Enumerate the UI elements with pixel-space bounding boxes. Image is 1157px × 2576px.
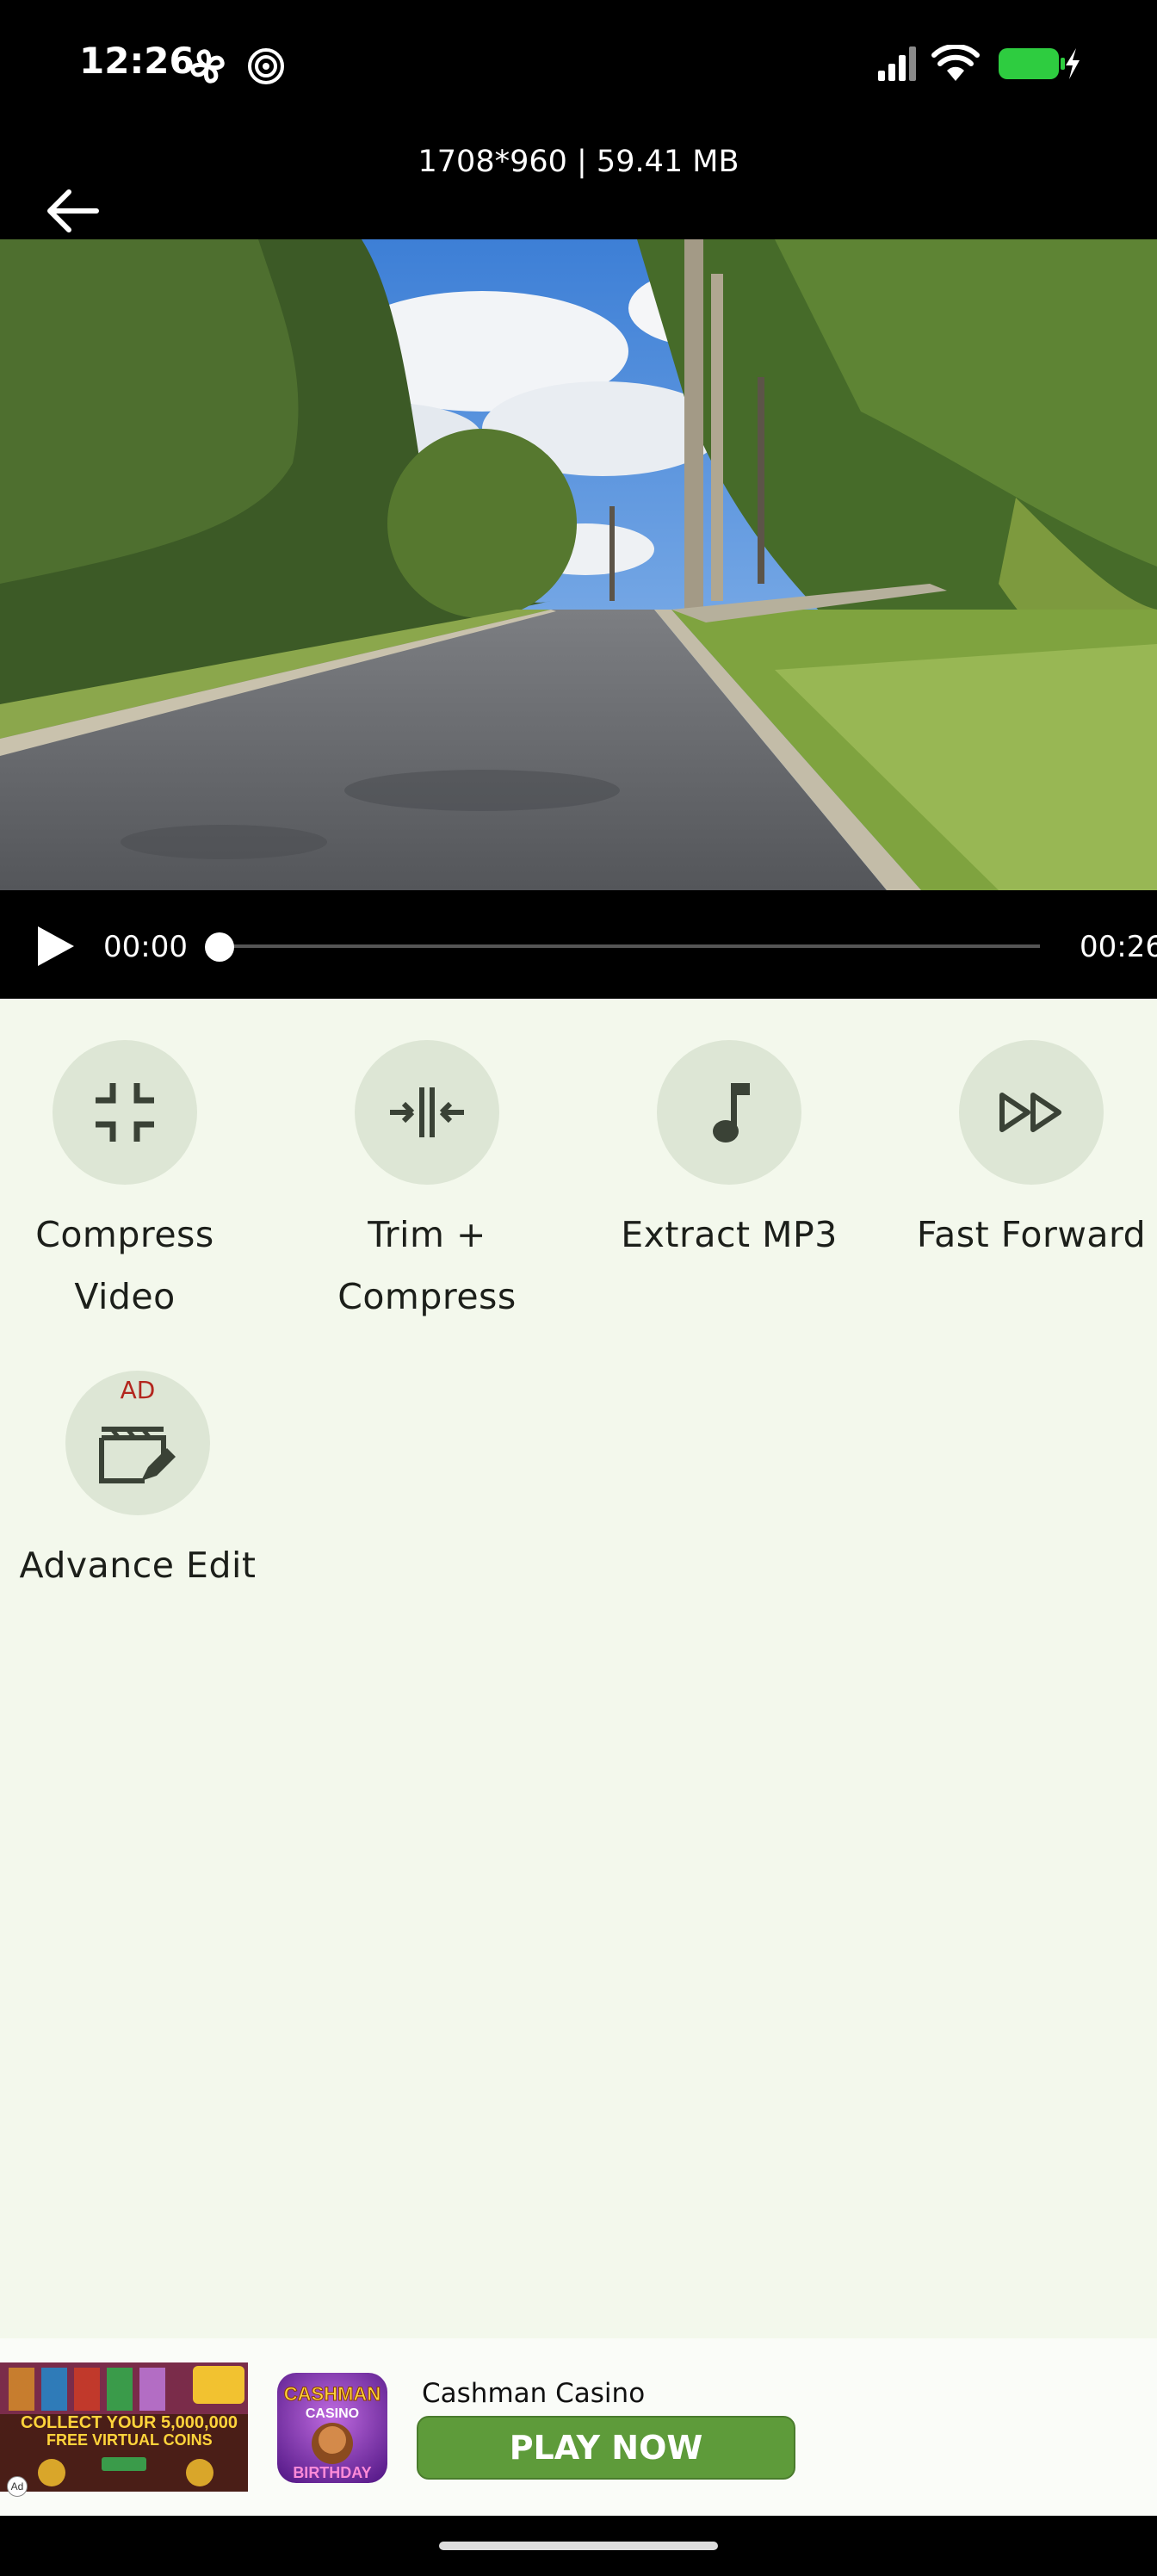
back-arrow-icon[interactable] <box>43 185 103 237</box>
ad-cta-button[interactable]: PLAY NOW <box>417 2416 795 2480</box>
tool-label: Extract MP3 <box>621 1214 838 1255</box>
end-time: 00:26 <box>1080 930 1157 964</box>
ad-banner-image[interactable]: COLLECT YOUR 5,000,000 FREE VIRTUAL COIN… <box>0 2362 248 2492</box>
fast-forward-icon <box>999 1093 1061 1132</box>
clapperboard-edit-icon <box>99 1427 176 1483</box>
current-time: 00:00 <box>103 930 188 964</box>
tool-circle[interactable]: AD <box>65 1371 210 1515</box>
tool-label: Compress Video <box>35 1214 214 1317</box>
tool-circle[interactable] <box>959 1040 1104 1185</box>
home-handle[interactable] <box>439 2542 718 2550</box>
music-note-icon <box>713 1083 750 1142</box>
ad-badge: AD <box>120 1376 156 1404</box>
tool-circle[interactable] <box>53 1040 197 1185</box>
tool-extract-mp3[interactable]: Extract MP3 <box>600 1040 858 1266</box>
seek-thumb[interactable] <box>205 932 234 962</box>
svg-text:CASHMAN: CASHMAN <box>284 2383 381 2405</box>
svg-text:COLLECT YOUR 5,000,000: COLLECT YOUR 5,000,000 <box>21 2413 238 2432</box>
video-preview[interactable] <box>0 239 1157 890</box>
tool-label: Fast Forward <box>916 1214 1147 1255</box>
svg-text:CASINO: CASINO <box>306 2406 359 2421</box>
tool-advance-edit[interactable]: AD Advance Edit <box>9 1371 267 1596</box>
ad-app-icon[interactable]: CASHMAN CASINO BIRTHDAY <box>277 2373 387 2483</box>
svg-text:FREE VIRTUAL COINS: FREE VIRTUAL COINS <box>46 2431 213 2449</box>
tool-compress-video[interactable]: Compress Video <box>0 1040 254 1328</box>
ad-choices-icon[interactable]: Ad <box>7 2476 28 2497</box>
compress-icon <box>96 1083 154 1142</box>
tool-label: Trim + Compress <box>337 1214 517 1317</box>
trim-compress-icon <box>390 1087 464 1137</box>
tool-label: Advance Edit <box>19 1545 257 1586</box>
signal-icon <box>878 46 916 81</box>
seek-bar[interactable] <box>220 944 1040 948</box>
spiral-icon <box>248 48 284 84</box>
play-icon[interactable] <box>36 925 76 968</box>
video-info: 1708*960 | 59.41 MB <box>418 145 739 179</box>
svg-text:BIRTHDAY: BIRTHDAY <box>293 2464 371 2481</box>
tool-circle[interactable] <box>355 1040 499 1185</box>
wifi-icon <box>931 45 980 81</box>
battery-charging-icon <box>999 48 1080 79</box>
tool-circle[interactable] <box>657 1040 801 1185</box>
ad-title[interactable]: Cashman Casino <box>422 2378 645 2409</box>
status-time: 12:26 <box>79 40 195 82</box>
fan-icon <box>190 49 225 84</box>
tool-trim-compress[interactable]: Trim + Compress <box>298 1040 556 1328</box>
tool-fast-forward[interactable]: Fast Forward <box>902 1040 1157 1266</box>
